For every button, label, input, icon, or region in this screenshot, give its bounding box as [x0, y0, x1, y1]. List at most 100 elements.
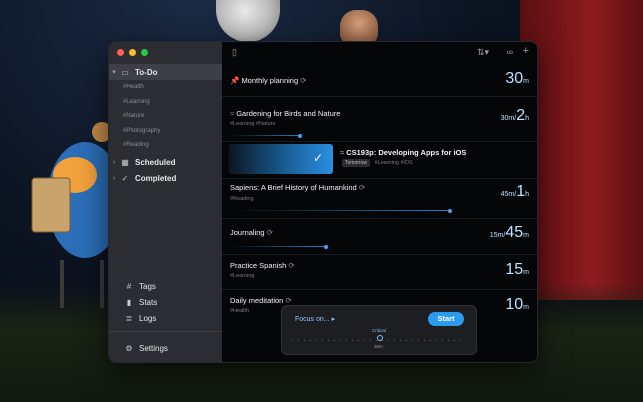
task-duration: 15m	[505, 261, 529, 279]
task-row[interactable]: Journaling ⟳ 15m/45m	[222, 218, 537, 255]
focus-input[interactable]: Focus on... ▸	[295, 315, 335, 323]
sidebar-nav: ▾ ▭ To-Do #Health #Learning #Nature #Pho…	[109, 64, 222, 187]
task-title: 📌 Monthly planning ⟳	[230, 76, 307, 85]
task-row-swiped[interactable]: ✓ ≈ CS193p: Developing Apps for iOS Tomo…	[222, 141, 537, 179]
start-button[interactable]: Start	[428, 312, 464, 326]
task-title-text: Daily meditation	[230, 296, 284, 305]
window-controls	[117, 49, 148, 56]
task-duration: 10m	[505, 296, 529, 314]
task-title-text: Sapiens: A Brief History of Humankind	[230, 183, 357, 192]
tag-reading[interactable]: #Reading	[109, 138, 222, 153]
minimize-window-button[interactable]	[129, 49, 136, 56]
sidebar-bottom-nav: # Tags ▮ Stats ≣ Logs	[109, 278, 222, 326]
focus-bar: Focus on... ▸ Start Critical 30m	[281, 305, 477, 355]
link-icon[interactable]: ∞	[507, 47, 513, 57]
sidebar-item-label: Logs	[139, 313, 157, 323]
priority-icon: ≈	[230, 109, 235, 118]
duration-unit: h	[525, 115, 529, 122]
hash-icon: #	[126, 281, 132, 291]
progress-bar	[230, 133, 302, 138]
checkmark-icon: ✓	[121, 174, 129, 183]
calendar-icon: ▦	[121, 158, 129, 167]
task-title: Practice Spanish ⟳	[230, 261, 295, 270]
sort-icon[interactable]: ⇅▾	[477, 47, 489, 58]
sidebar-toggle-icon[interactable]: ▯	[232, 47, 237, 58]
bar-chart-icon: ▮	[126, 297, 132, 307]
sidebar-item-scheduled[interactable]: › ▦ Scheduled	[109, 155, 222, 171]
sidebar-item-tags[interactable]: # Tags	[109, 278, 222, 294]
pin-icon: 📌	[230, 76, 240, 85]
preset-label: Critical	[372, 328, 386, 333]
duration-value: 1	[516, 183, 526, 200]
duration-unit: m	[523, 232, 529, 239]
chevron-down-icon[interactable]: ▾	[109, 68, 119, 76]
tray-icon: ▭	[121, 67, 129, 77]
task-duration: 45m/1h	[501, 183, 529, 201]
sidebar-item-logs[interactable]: ≣ Logs	[109, 310, 222, 326]
task-tags: #Reading	[230, 196, 254, 202]
elapsed-value: 30m/	[500, 115, 517, 122]
duration-value: 30	[505, 70, 524, 87]
task-title-text: Gardening for Birds and Nature	[236, 109, 341, 118]
toolbar: ▯ ⇅▾ ∞ +	[222, 42, 537, 64]
task-title-text: CS193p: Developing Apps for iOS	[346, 148, 467, 157]
repeat-icon: ⟳	[358, 183, 366, 192]
task-title: ≈ CS193p: Developing Apps for iOS	[340, 148, 466, 157]
sidebar-item-to-do[interactable]: ▾ ▭ To-Do	[109, 64, 222, 80]
task-row[interactable]: Sapiens: A Brief History of Humankind ⟳ …	[222, 178, 537, 219]
task-title: Sapiens: A Brief History of Humankind ⟳	[230, 183, 365, 192]
sidebar-item-completed[interactable]: › ✓ Completed	[109, 171, 222, 187]
sidebar-item-stats[interactable]: ▮ Stats	[109, 294, 222, 310]
duration-unit: m	[523, 78, 529, 85]
priority-icon: ≈	[340, 148, 345, 157]
task-tags: #Health	[230, 308, 249, 314]
settings-section: ⚙ Settings	[109, 331, 222, 356]
repeat-icon: ⟳	[285, 296, 292, 305]
sidebar-item-label: Tags	[139, 281, 156, 291]
task-title: Journaling ⟳	[230, 228, 273, 237]
chevron-right-icon: ▸	[331, 316, 336, 323]
owl-illustration	[340, 10, 378, 44]
tag-nature[interactable]: #Nature	[109, 109, 222, 124]
progress-knob	[324, 244, 328, 249]
task-row[interactable]: ≈ Gardening for Birds and Nature #Learni…	[222, 97, 537, 142]
task-row[interactable]: 📌 Monthly planning ⟳ 30m	[222, 64, 537, 97]
progress-bar	[230, 208, 452, 213]
list-icon: ≣	[125, 313, 133, 323]
task-duration: 30m/2h	[501, 107, 529, 125]
close-window-button[interactable]	[117, 49, 124, 56]
progress-bar	[230, 244, 328, 249]
add-task-icon[interactable]: +	[523, 45, 529, 57]
focus-prompt: Focus on...	[295, 316, 330, 323]
tag-health[interactable]: #Health	[109, 80, 222, 95]
task-title-text: Journaling	[230, 228, 265, 237]
task-row[interactable]: Practice Spanish ⟳ #Learning 15m	[222, 254, 537, 290]
zoom-window-button[interactable]	[141, 49, 148, 56]
task-title: Daily meditation ⟳	[230, 296, 292, 305]
sidebar-item-label: Settings	[139, 343, 168, 353]
sidebar-item-label: Stats	[139, 297, 158, 307]
repeat-icon: ⟳	[266, 228, 273, 237]
duration-unit: m	[523, 269, 529, 276]
duration-ruler[interactable]	[292, 340, 466, 341]
duration-unit: m	[523, 304, 529, 311]
sidebar-item-label: Scheduled	[135, 158, 176, 167]
duration-value: 45	[505, 224, 524, 241]
tag-photography[interactable]: #Photography	[109, 124, 222, 139]
chevron-right-icon[interactable]: ›	[109, 159, 119, 166]
duration-minutes: 30m	[374, 344, 383, 349]
sidebar-item-label: Completed	[135, 174, 177, 183]
chevron-right-icon[interactable]: ›	[109, 175, 119, 182]
task-tags: #Learning	[230, 273, 255, 279]
elapsed-value: 15m/	[489, 232, 506, 239]
sidebar-item-settings[interactable]: ⚙ Settings	[109, 340, 222, 356]
tag-learning[interactable]: #Learning	[109, 95, 222, 110]
tent-illustration	[520, 0, 643, 300]
duration-value: 15	[505, 261, 524, 278]
complete-swipe-action[interactable]: ✓	[229, 144, 333, 174]
progress-knob	[448, 208, 452, 213]
elapsed-value: 45m/	[500, 191, 517, 198]
sidebar-item-label: To-Do	[135, 67, 158, 77]
duration-value: 2	[516, 107, 526, 124]
duration-unit: h	[525, 191, 529, 198]
